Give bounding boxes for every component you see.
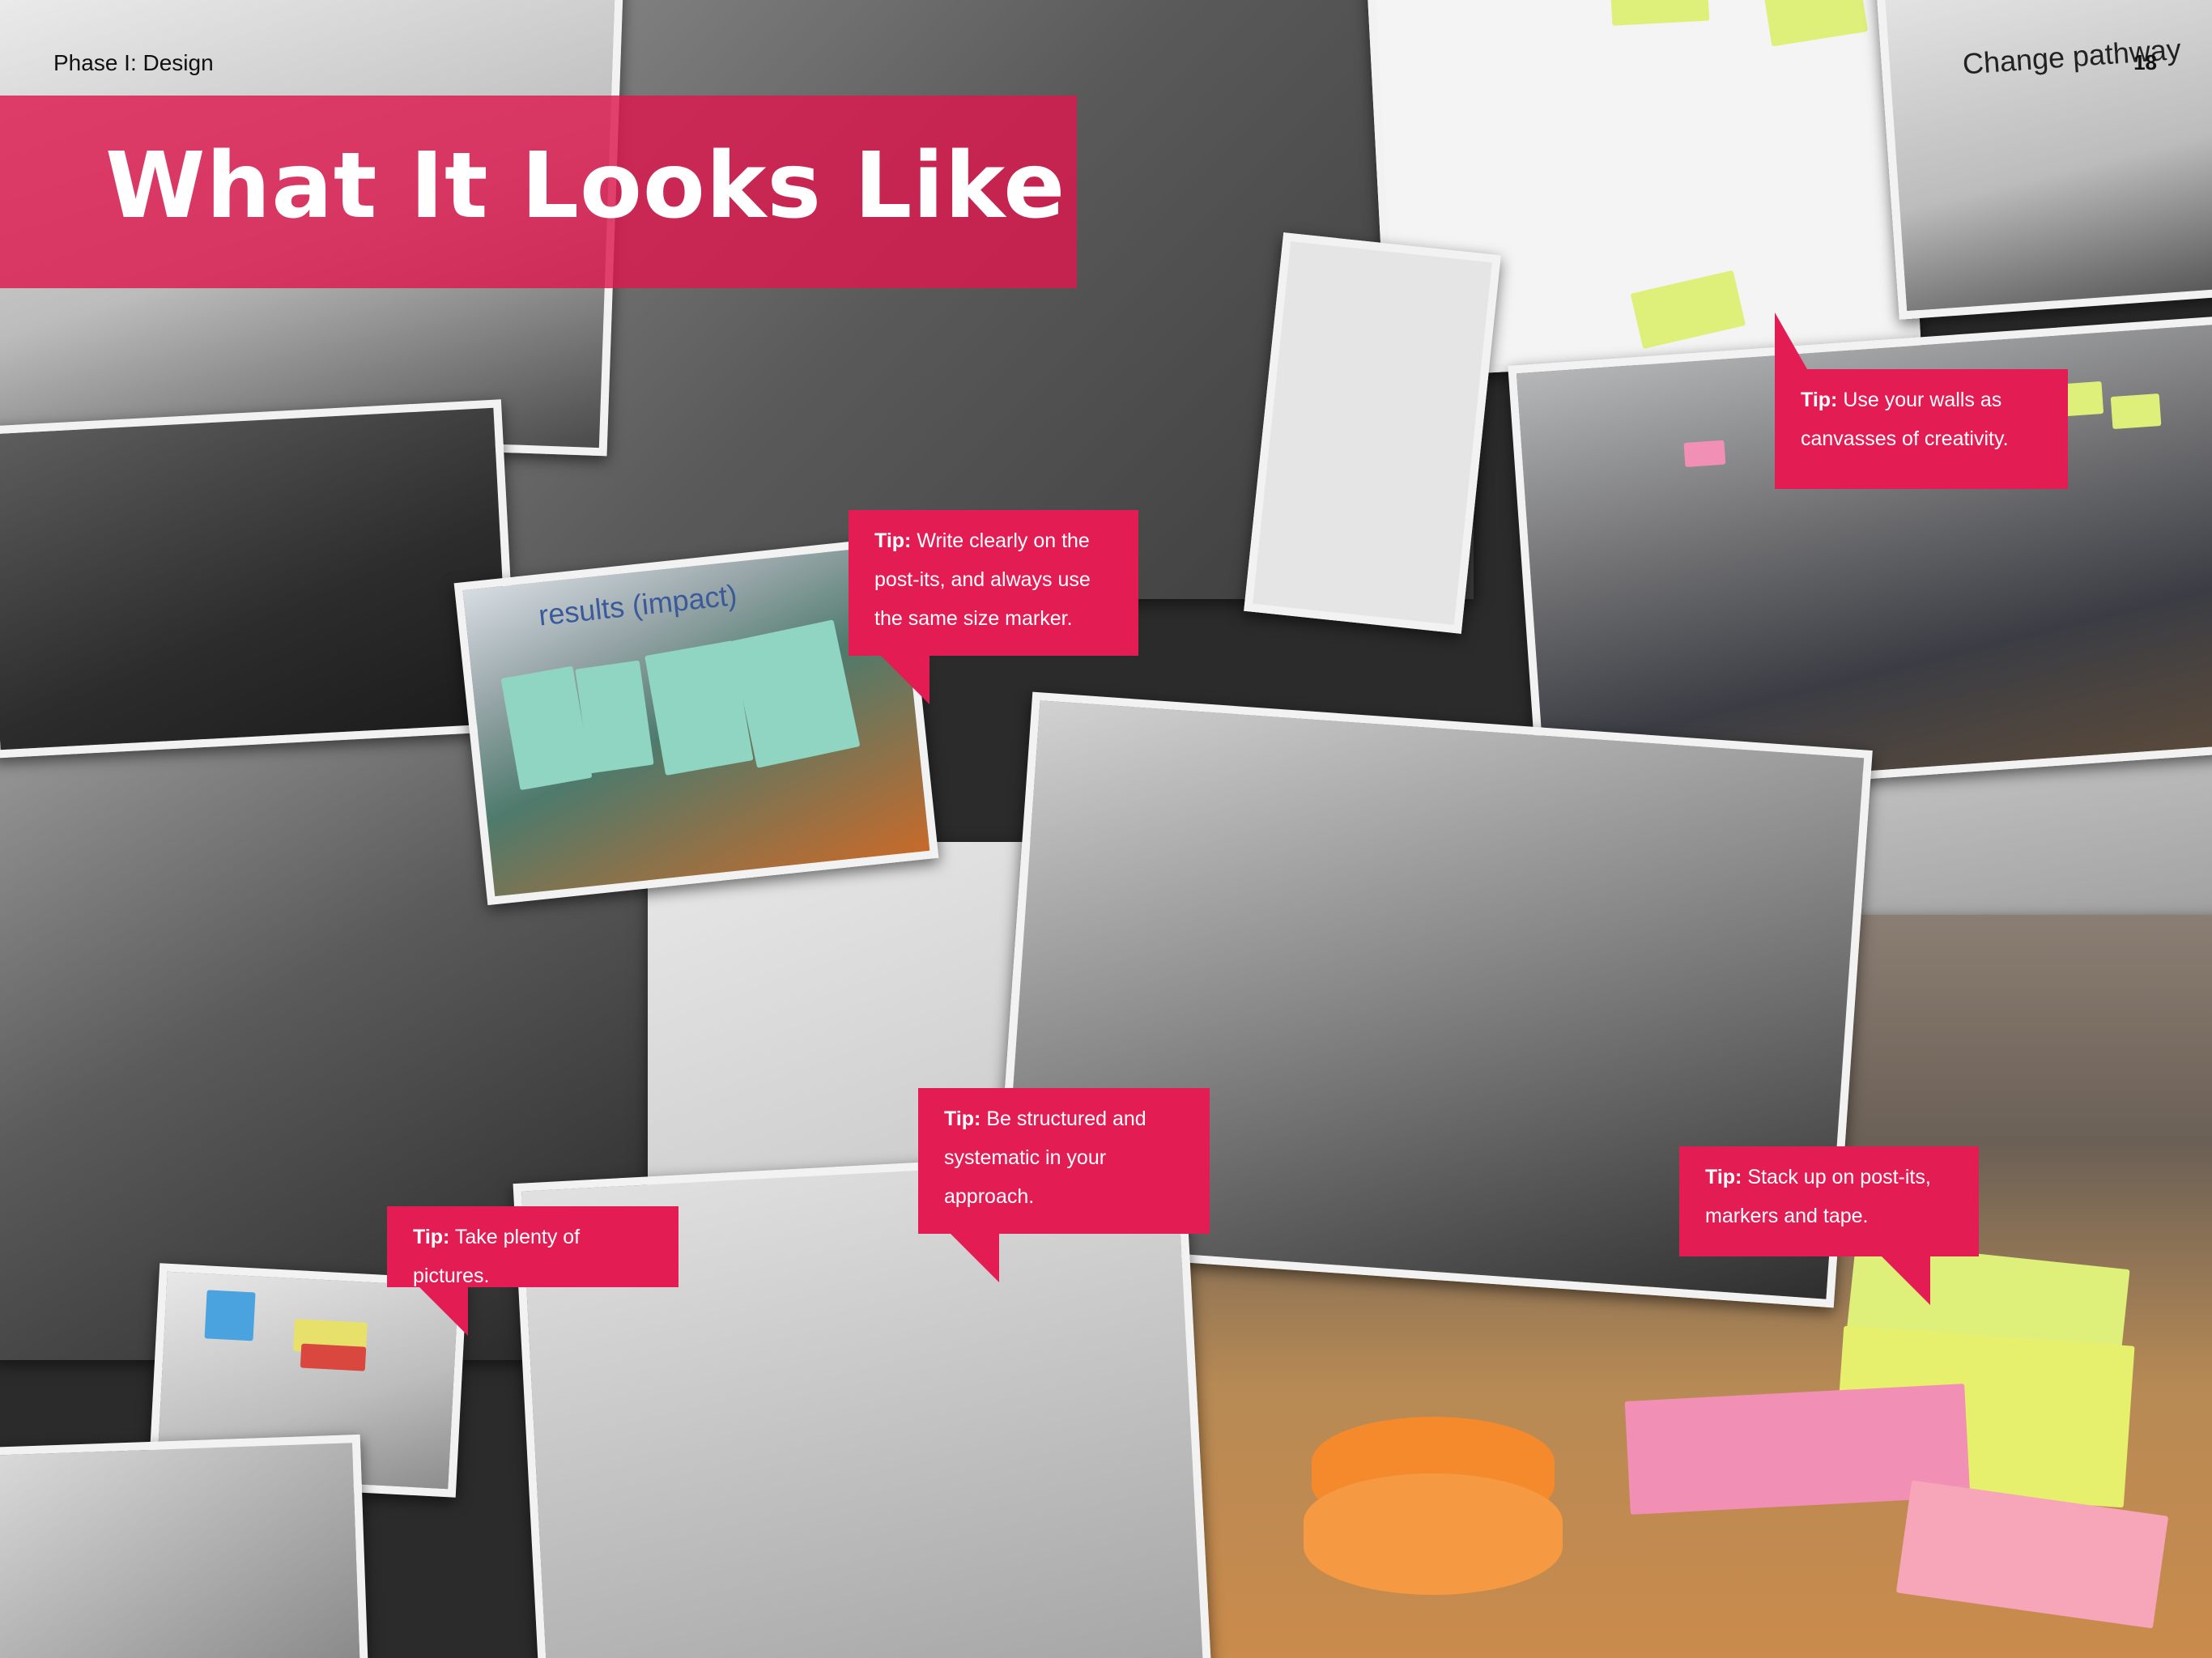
photo-wall-sticky-notes <box>1244 232 1501 634</box>
tip-take-pictures: Tip: Take plenty of pictures. <box>387 1206 678 1336</box>
tip-use-walls: Tip: Use your walls as canvasses of crea… <box>1775 312 2068 489</box>
tip-prefix: Tip: <box>944 1107 981 1130</box>
photo-team-at-table <box>0 399 519 759</box>
tip-prefix: Tip: <box>874 529 912 552</box>
tip-prefix: Tip: <box>1801 389 1838 411</box>
page-number: 18 <box>2133 50 2157 74</box>
tip-stack-up-supplies: Tip: Stack up on post-its, markers and t… <box>1679 1146 1979 1256</box>
tip-write-clearly: Tip: Write clearly on the post-its, and … <box>849 510 1138 704</box>
page-title: What It Looks Like <box>105 134 1066 239</box>
screen-banner-text: results (impact) <box>537 578 739 632</box>
tip-be-structured: Tip: Be structured and systematic in you… <box>918 1088 1210 1282</box>
photo-notebook-apple <box>0 1434 369 1658</box>
photo-change-pathway-screen: Change pathway <box>1874 0 2212 320</box>
tip-prefix: Tip: <box>1705 1166 1742 1188</box>
section-label: Phase I: Design <box>53 50 214 75</box>
tip-prefix: Tip: <box>413 1226 450 1248</box>
